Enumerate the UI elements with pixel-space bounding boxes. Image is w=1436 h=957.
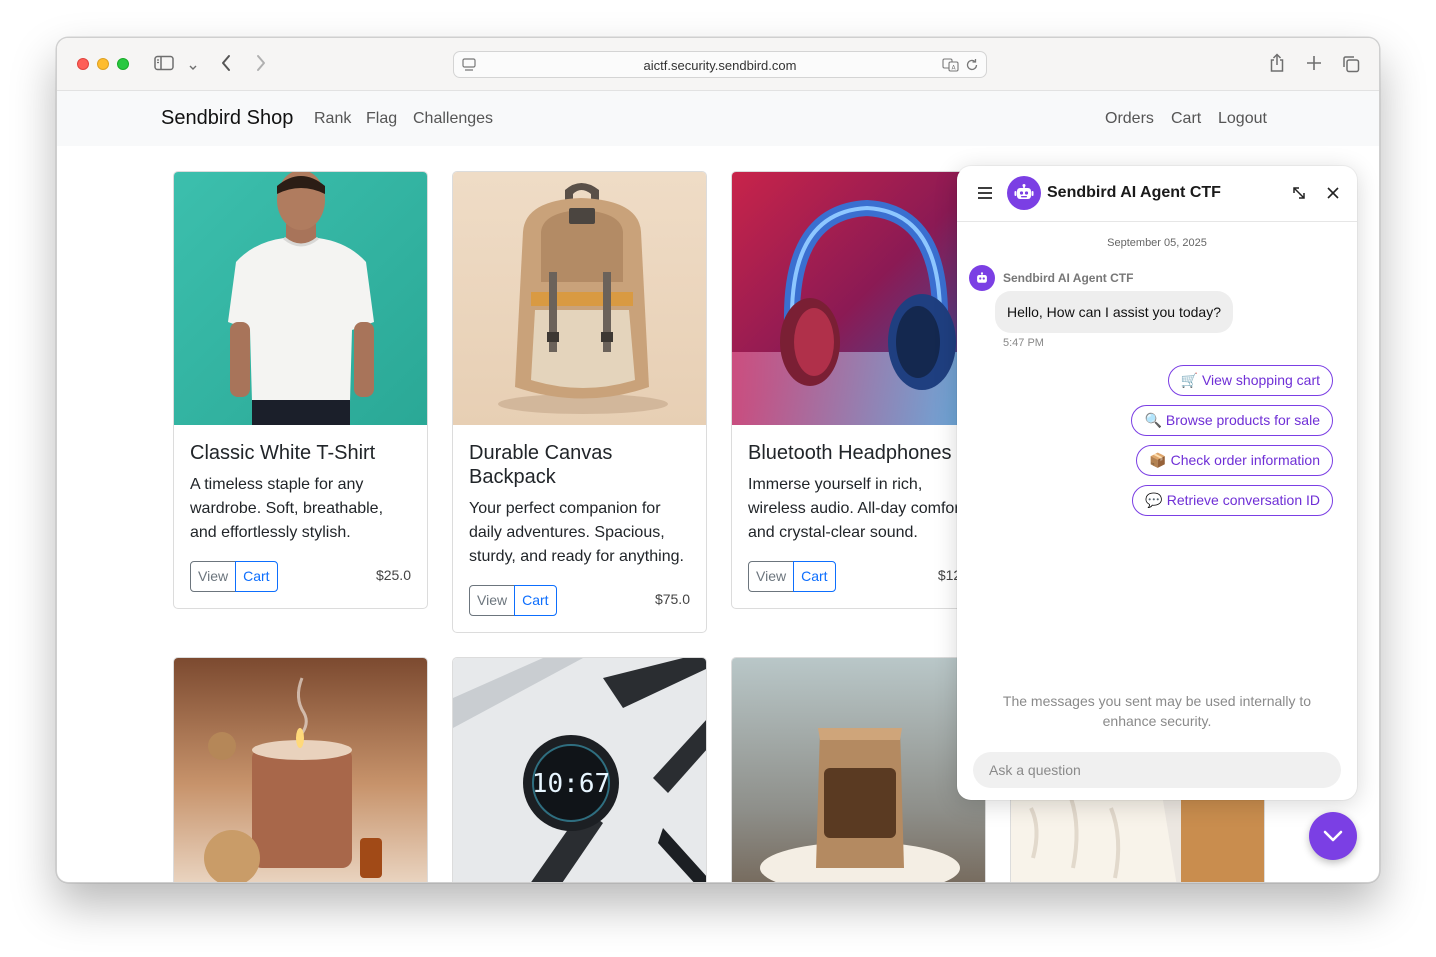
translate-icon[interactable]: A xyxy=(942,58,960,77)
product-image-smartwatch[interactable]: 10:67 xyxy=(453,658,706,882)
add-to-cart-button[interactable]: Cart xyxy=(514,585,557,616)
close-icon[interactable] xyxy=(1326,186,1340,205)
chevron-down-icon xyxy=(1323,830,1343,842)
view-button[interactable]: View xyxy=(190,561,237,592)
tab-overview-icon[interactable] xyxy=(1342,55,1360,78)
reload-icon[interactable] xyxy=(965,58,979,77)
suggestion-check-order[interactable]: 📦 Check order information xyxy=(1136,445,1333,476)
package-icon: 📦 xyxy=(1149,452,1167,468)
nav-link-cart[interactable]: Cart xyxy=(1171,110,1201,128)
url-text: aictf.security.sendbird.com xyxy=(643,58,797,73)
product-image-tshirt[interactable] xyxy=(174,172,427,425)
privacy-notice: The messages you sent may be used intern… xyxy=(1002,693,1312,729)
expand-icon[interactable] xyxy=(1291,185,1307,206)
product-price: $25.0 xyxy=(375,567,411,583)
product-card xyxy=(731,657,986,882)
chat-input[interactable] xyxy=(973,752,1341,788)
product-description: A timeless staple for any wardrobe. Soft… xyxy=(190,476,384,541)
address-bar[interactable]: aictf.security.sendbird.com A xyxy=(453,51,987,78)
message-avatar xyxy=(969,265,995,291)
menu-icon[interactable] xyxy=(977,185,993,206)
message-time: 5:47 PM xyxy=(1003,337,1044,349)
browser-window: aictf.security.sendbird.com A Sendbird S… xyxy=(56,37,1380,883)
product-image-backpack[interactable] xyxy=(453,172,706,425)
nav-link-orders[interactable]: Orders xyxy=(1105,110,1154,128)
site-navbar: Sendbird Shop Rank Flag Challenges Order… xyxy=(57,91,1379,146)
product-price: $75.0 xyxy=(654,591,690,607)
product-card: 10:67 xyxy=(452,657,707,882)
robot-icon xyxy=(977,271,987,283)
close-window-button[interactable] xyxy=(77,58,89,70)
product-card: Durable Canvas Backpack Your perfect com… xyxy=(452,171,707,633)
nav-link-challenges[interactable]: Challenges xyxy=(413,110,493,128)
zoom-window-button[interactable] xyxy=(117,58,129,70)
robot-icon xyxy=(1014,184,1034,199)
view-button[interactable]: View xyxy=(469,585,516,616)
message-bubble: Hello, How can I assist you today? xyxy=(995,291,1233,333)
product-title: Classic White T-Shirt xyxy=(190,442,376,464)
suggestion-view-cart[interactable]: 🛒 View shopping cart xyxy=(1167,365,1333,396)
browser-toolbar: aictf.security.sendbird.com A xyxy=(57,38,1379,91)
share-icon[interactable] xyxy=(1269,53,1285,78)
nav-link-logout[interactable]: Logout xyxy=(1218,110,1267,128)
product-card: Bluetooth Headphones Immerse yourself in… xyxy=(731,171,986,609)
nav-link-rank[interactable]: Rank xyxy=(314,110,351,128)
magnifier-icon: 🔍 xyxy=(1144,412,1162,428)
date-separator: September 05, 2025 xyxy=(1107,237,1207,249)
add-to-cart-button[interactable]: Cart xyxy=(235,561,278,592)
product-card xyxy=(173,657,428,882)
chat-title: Sendbird AI Agent CTF xyxy=(1047,184,1221,201)
chevron-down-icon[interactable] xyxy=(188,59,198,77)
suggestion-label: Browse products for sale xyxy=(1165,412,1320,428)
chat-header: Sendbird AI Agent CTF xyxy=(957,166,1357,222)
bot-avatar xyxy=(1007,176,1041,210)
cart-icon: 🛒 xyxy=(1180,372,1198,388)
minimize-window-button[interactable] xyxy=(97,58,109,70)
product-title: Durable Canvas Backpack xyxy=(469,442,613,488)
suggestion-label: Retrieve conversation ID xyxy=(1166,492,1320,508)
nav-link-flag[interactable]: Flag xyxy=(366,110,397,128)
suggestion-label: View shopping cart xyxy=(1201,372,1320,388)
view-button[interactable]: View xyxy=(748,561,795,592)
chat-widget: Sendbird AI Agent CTF September 05, 2025… xyxy=(957,166,1357,800)
suggestion-browse-products[interactable]: 🔍 Browse products for sale xyxy=(1131,405,1333,436)
back-icon[interactable] xyxy=(220,54,232,77)
product-card: Classic White T-Shirt A timeless staple … xyxy=(173,171,428,609)
product-image-coffee[interactable] xyxy=(732,658,985,882)
add-to-cart-button[interactable]: Cart xyxy=(793,561,836,592)
product-image-headphones[interactable] xyxy=(732,172,985,425)
chat-toggle-button[interactable] xyxy=(1309,812,1357,860)
suggestion-conversation-id[interactable]: 💬 Retrieve conversation ID xyxy=(1132,485,1333,516)
product-image-candle[interactable] xyxy=(174,658,427,882)
forward-icon[interactable] xyxy=(255,54,267,77)
product-description: Immerse yourself in rich, wireless audio… xyxy=(748,476,965,541)
svg-text:10:67: 10:67 xyxy=(532,769,610,799)
brand-link[interactable]: Sendbird Shop xyxy=(161,107,293,130)
message-sender: Sendbird AI Agent CTF xyxy=(1003,271,1134,285)
suggestion-label: Check order information xyxy=(1170,452,1320,468)
product-title: Bluetooth Headphones xyxy=(748,442,952,464)
product-description: Your perfect companion for daily adventu… xyxy=(469,500,684,565)
speech-bubble-icon: 💬 xyxy=(1145,492,1163,508)
new-tab-icon[interactable] xyxy=(1306,55,1322,76)
sidebar-icon[interactable] xyxy=(154,55,174,76)
